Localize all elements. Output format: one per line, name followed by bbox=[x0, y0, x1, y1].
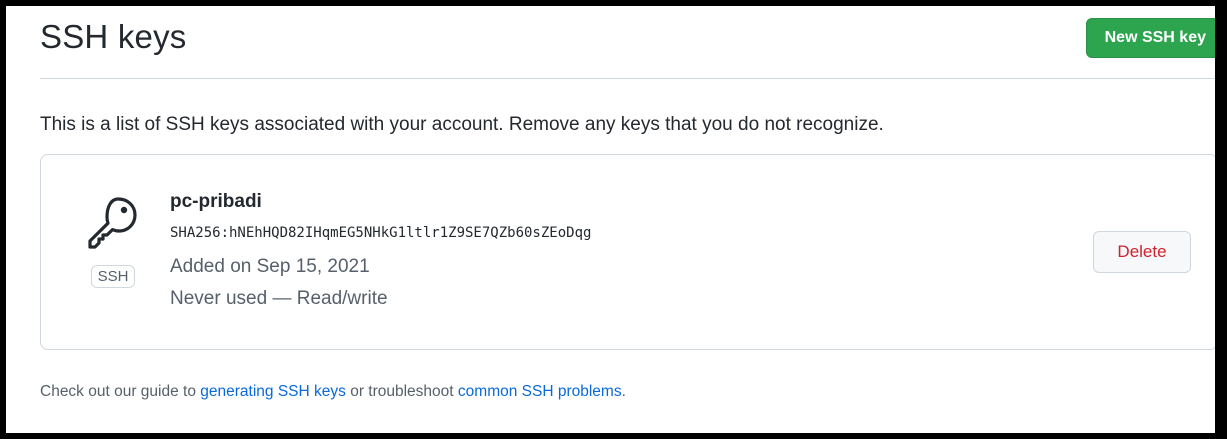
page-title: SSH keys bbox=[40, 18, 187, 55]
key-icon bbox=[88, 197, 137, 249]
common-ssh-problems-link[interactable]: common SSH problems bbox=[458, 383, 622, 400]
footer-text-suffix: . bbox=[621, 383, 626, 400]
ssh-type-badge: SSH bbox=[90, 265, 136, 288]
ssh-key-usage: Never used — Read/write bbox=[170, 288, 388, 309]
footer-text-prefix: Check out our guide to bbox=[40, 383, 201, 400]
key-type-indicator: SSH bbox=[83, 195, 143, 295]
ssh-key-title: pc-pribadi bbox=[170, 191, 262, 212]
page-header: SSH keys New SSH key bbox=[40, 6, 1215, 79]
generating-ssh-keys-link[interactable]: generating SSH keys bbox=[200, 383, 346, 400]
ssh-key-fingerprint: SHA256:hNEhHQD82IHqmEG5NHkG1ltlr1Z9SE7QZ… bbox=[170, 225, 592, 241]
ssh-key-details: pc-pribadi SHA256:hNEhHQD82IHqmEG5NHkG1l… bbox=[170, 191, 591, 315]
new-ssh-key-button[interactable]: New SSH key bbox=[1085, 18, 1215, 58]
page-description: This is a list of SSH keys associated wi… bbox=[40, 114, 884, 135]
help-footer: Check out our guide to generating SSH ke… bbox=[40, 383, 626, 401]
footer-text-middle: or troubleshoot bbox=[345, 383, 458, 400]
ssh-key-list-item: SSH pc-pribadi SHA256:hNEhHQD82IHqmEG5NH… bbox=[40, 154, 1215, 350]
ssh-keys-page: SSH keys New SSH key This is a list of S… bbox=[6, 6, 1215, 433]
ssh-key-added-date: Added on Sep 15, 2021 bbox=[170, 256, 370, 277]
delete-ssh-key-button[interactable]: Delete bbox=[1093, 231, 1191, 273]
